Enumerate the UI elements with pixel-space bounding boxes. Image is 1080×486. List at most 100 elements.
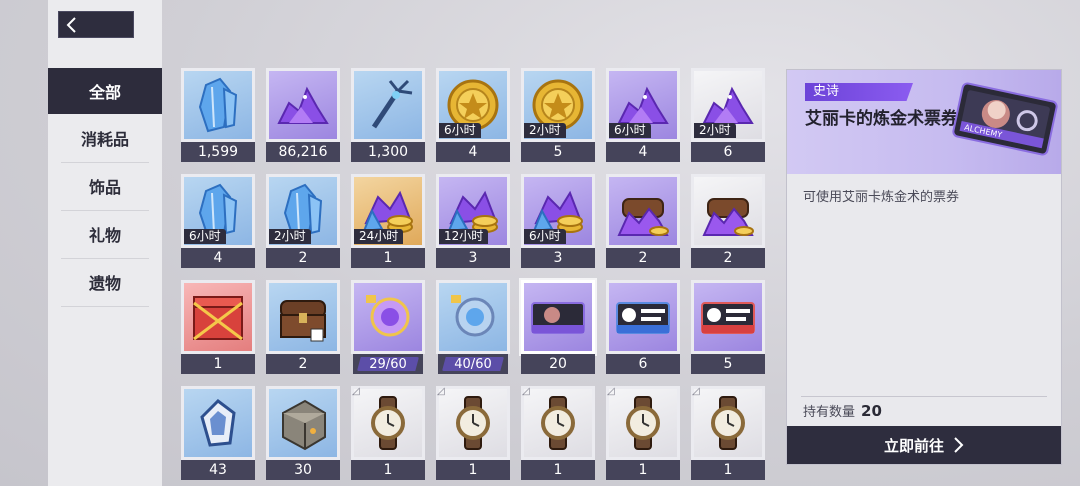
item-count: 1	[606, 460, 680, 480]
wristwatch-icon	[371, 396, 405, 450]
item-art	[181, 68, 255, 142]
item-count: 1,300	[351, 142, 425, 162]
item-slot[interactable]: 29/60	[351, 280, 425, 374]
item-count: 86,216	[266, 142, 340, 162]
item-count: 1	[691, 460, 765, 480]
go-now-label: 立即前往	[883, 436, 944, 455]
item-slot[interactable]: 24小时 1	[351, 174, 425, 268]
blue-gem-icon	[200, 399, 236, 447]
wooden-chest-icon	[280, 300, 326, 342]
treasure-chest-crystal-icon	[702, 198, 754, 236]
back-button[interactable]	[58, 11, 134, 38]
item-count: 6	[606, 354, 680, 374]
item-slot[interactable]: 6小时 4	[181, 174, 255, 268]
item-detail-panel: 史诗 艾丽卡的炼金术票券 ALCHEMY 可使用艾丽卡炼金术的票券 持有数量 20…	[786, 69, 1062, 465]
tab-consumables[interactable]: 消耗品	[48, 115, 162, 161]
relic-ticket-icon	[701, 302, 755, 334]
item-count: 4	[606, 142, 680, 162]
divider	[801, 396, 1047, 397]
alchemy-ticket-icon	[531, 302, 585, 334]
item-slot[interactable]: 86,216	[266, 68, 340, 162]
item-count: 2	[266, 354, 340, 374]
item-slot[interactable]: 6小时 4	[436, 68, 510, 162]
item-slot[interactable]: 2	[266, 280, 340, 374]
item-slot[interactable]: ◿ 1	[521, 386, 595, 480]
item-count: 1	[521, 460, 595, 480]
item-description: 可使用艾丽卡炼金术的票券	[803, 190, 960, 205]
duration-tag: 12小时	[439, 229, 489, 244]
item-slot[interactable]: 5	[691, 280, 765, 374]
item-slot[interactable]: 2小时 6	[691, 68, 765, 162]
rarity-badge: 史诗	[805, 83, 913, 101]
hold-label: 持有数量	[803, 405, 856, 420]
corner-mark-icon: ◿	[352, 386, 360, 397]
item-count: 1,599	[181, 142, 255, 162]
item-slot[interactable]: 6小时 4	[606, 68, 680, 162]
item-count: 1	[351, 460, 425, 480]
hold-count: 持有数量 20	[803, 401, 882, 420]
item-art	[351, 386, 425, 460]
corner-mark-icon: ◿	[607, 386, 615, 397]
item-slot[interactable]: 43	[181, 386, 255, 480]
item-art	[606, 280, 680, 354]
item-count: 2	[266, 248, 340, 268]
item-slot[interactable]: 2小时 5	[521, 68, 595, 162]
item-count: 2	[691, 248, 765, 268]
item-slot[interactable]: 20	[521, 280, 595, 374]
item-art	[266, 68, 340, 142]
item-art	[606, 386, 680, 460]
item-art	[691, 386, 765, 460]
item-art	[266, 280, 340, 354]
fragment-progress: 40/60	[438, 354, 508, 374]
item-count: 6	[691, 142, 765, 162]
item-slot[interactable]: 1,599	[181, 68, 255, 162]
item-art	[436, 280, 510, 354]
duration-tag: 6小时	[609, 123, 651, 138]
item-slot[interactable]: ◿ 1	[351, 386, 425, 480]
fragment-progress: 29/60	[353, 354, 423, 374]
item-slot[interactable]: 2	[691, 174, 765, 268]
item-art	[351, 280, 425, 354]
key-icon	[371, 79, 413, 129]
item-count: 4	[436, 142, 510, 162]
item-count: 5	[691, 354, 765, 374]
wristwatch-icon	[456, 396, 490, 450]
item-slot[interactable]: 40/60	[436, 280, 510, 374]
item-slot[interactable]: ◿ 1	[606, 386, 680, 480]
item-art	[691, 174, 765, 248]
tab-gifts[interactable]: 礼物	[48, 211, 162, 257]
tab-all[interactable]: 全部	[48, 68, 162, 114]
progress-text: 29/60	[369, 356, 407, 372]
item-slot[interactable]: 30	[266, 386, 340, 480]
item-slot[interactable]: 6	[606, 280, 680, 374]
item-art	[351, 68, 425, 142]
go-now-button[interactable]: 立即前往	[787, 426, 1061, 464]
blue-orb-fragment-icon	[451, 295, 495, 337]
item-slot[interactable]: 1,300	[351, 68, 425, 162]
item-slot[interactable]: ◿ 1	[691, 386, 765, 480]
blue-crystal-icon	[198, 77, 238, 133]
item-count: 30	[266, 460, 340, 480]
item-slot[interactable]: 1	[181, 280, 255, 374]
tab-relics[interactable]: 遗物	[48, 259, 162, 305]
wristwatch-icon	[541, 396, 575, 450]
detail-header: 史诗 艾丽卡的炼金术票券 ALCHEMY	[787, 70, 1061, 174]
item-count: 3	[521, 248, 595, 268]
item-slot[interactable]: 2	[606, 174, 680, 268]
item-slot[interactable]: 2小时 2	[266, 174, 340, 268]
item-art	[691, 280, 765, 354]
item-art	[436, 386, 510, 460]
divider	[61, 306, 149, 307]
alchemy-ticket-icon: ALCHEMY	[952, 82, 1058, 156]
item-art	[181, 386, 255, 460]
item-slot[interactable]: ◿ 1	[436, 386, 510, 480]
duration-tag: 2小时	[524, 123, 566, 138]
item-art	[606, 174, 680, 248]
item-slot[interactable]: 6小时 3	[521, 174, 595, 268]
red-gift-chest-icon	[193, 296, 243, 341]
duration-tag: 6小时	[184, 229, 226, 244]
corner-mark-icon: ◿	[692, 386, 700, 397]
item-slot[interactable]: 12小时 3	[436, 174, 510, 268]
stone-cube-icon	[282, 399, 326, 451]
tab-accessories[interactable]: 饰品	[48, 163, 162, 209]
